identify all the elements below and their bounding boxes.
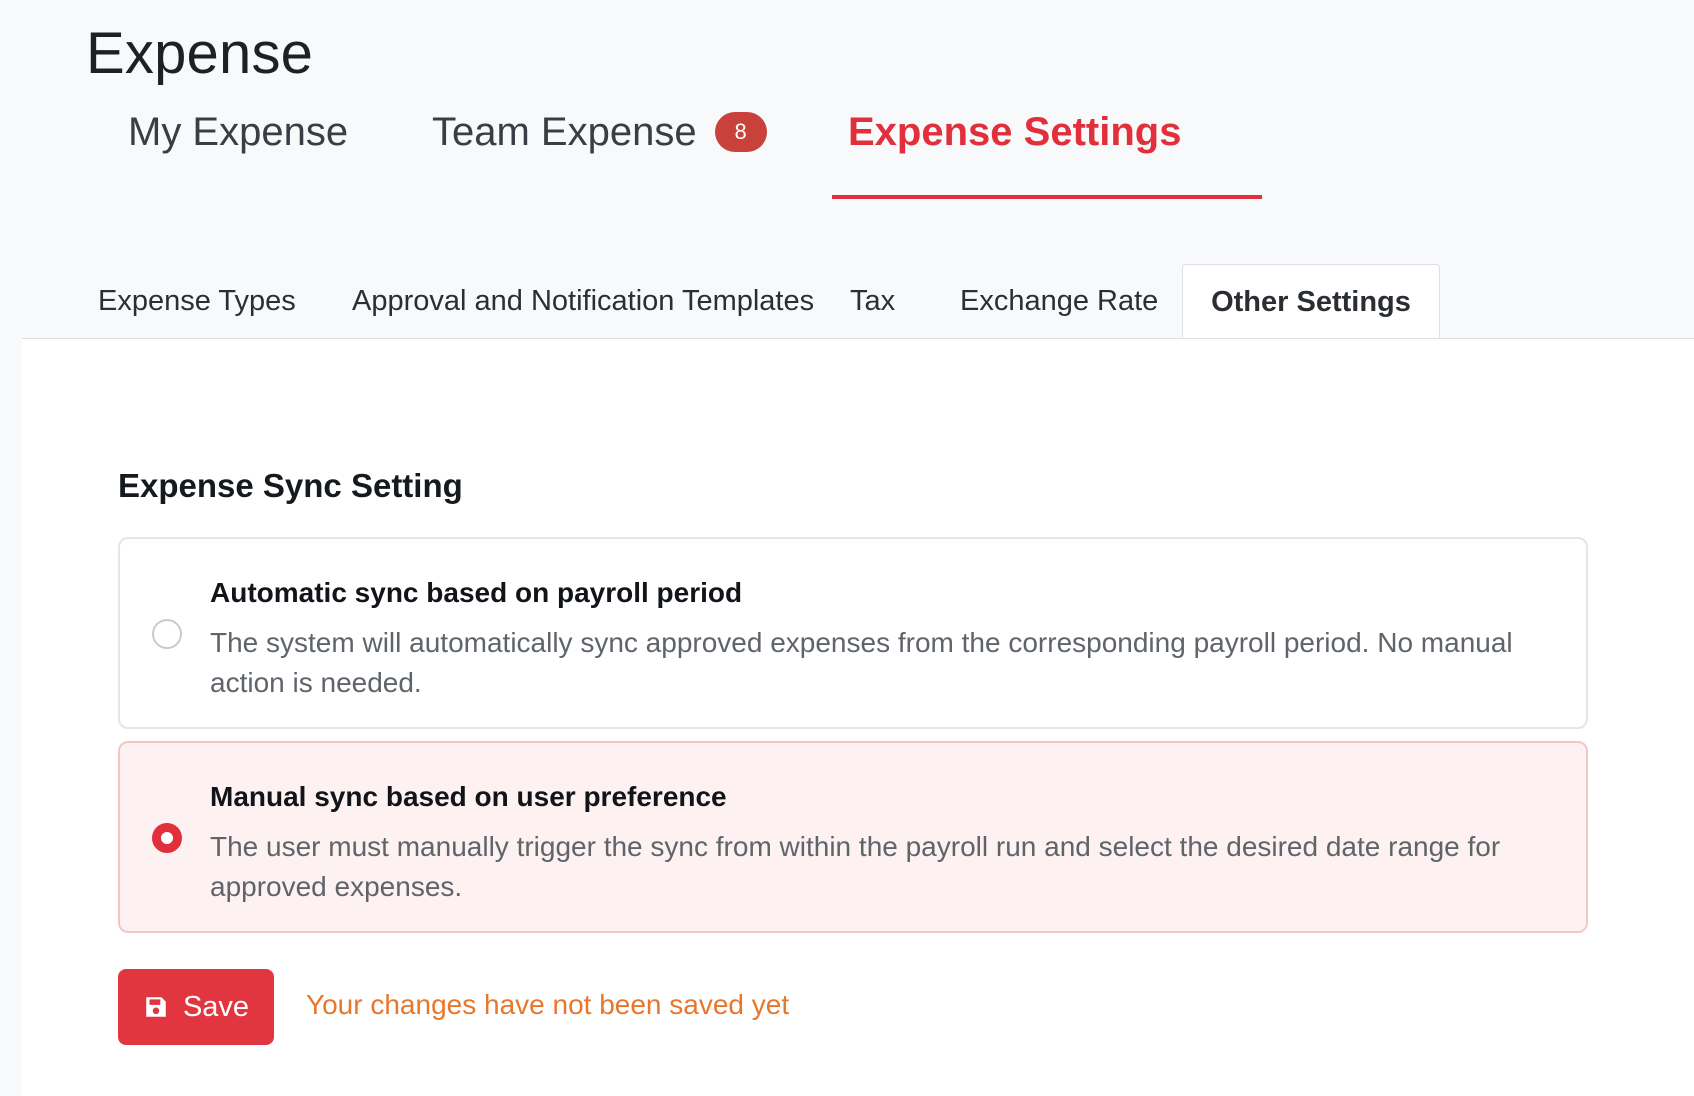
option-title-manual-sync: Manual sync based on user preference [210, 781, 727, 812]
option-card-automatic-sync[interactable]: Automatic sync based on payroll period T… [118, 537, 1588, 729]
floppy-disk-icon [146, 997, 166, 1017]
subtab-tax-label: Tax [850, 285, 896, 317]
save-button-label: Save [182, 990, 250, 1023]
main-tabs: My Expense Team Expense 8 Expense Setting… [0, 100, 1694, 200]
subtab-expense-types-label: Expense Types [98, 285, 296, 317]
subtab-approval-notification-templates[interactable]: Approval and Notification Templates [352, 264, 814, 338]
team-expense-count-badge: 8 [714, 112, 767, 153]
subtab-other-settings-label: Other Settings [1211, 286, 1411, 318]
tab-my-expense-label: My Expense [128, 110, 349, 154]
save-button[interactable]: Save [118, 969, 274, 1045]
subtab-exchange-rate-label: Exchange Rate [960, 285, 1159, 317]
tab-team-expense-label: Team Expense [432, 110, 697, 154]
settings-content-panel: Expense Sync Setting Automatic sync base… [22, 339, 1694, 1096]
tab-expense-settings-label: Expense Settings [848, 110, 1182, 154]
subtab-expense-types[interactable]: Expense Types [98, 264, 296, 338]
subtab-exchange-rate[interactable]: Exchange Rate [960, 264, 1158, 338]
radio-automatic-sync[interactable] [152, 619, 182, 649]
option-description-manual-sync: The user must manually trigger the sync … [210, 831, 1501, 902]
tab-expense-settings[interactable]: Expense Settings [848, 110, 1181, 155]
subtab-other-settings[interactable]: Other Settings [1182, 264, 1440, 338]
radio-manual-sync[interactable] [152, 823, 182, 853]
tab-my-expense[interactable]: My Expense [128, 110, 348, 155]
section-title: Expense Sync Setting [118, 467, 463, 504]
active-tab-underline [832, 195, 1262, 199]
subtab-tax[interactable]: Tax [850, 264, 895, 338]
page-title: Expense [86, 21, 314, 86]
subtab-approval-label: Approval and Notification Templates [352, 285, 815, 317]
option-card-manual-sync[interactable]: Manual sync based on user preference The… [118, 741, 1588, 933]
tab-team-expense[interactable]: Team Expense 8 [432, 110, 767, 155]
settings-sub-tabs: Expense Types Approval and Notification … [22, 264, 1694, 339]
option-title-automatic-sync: Automatic sync based on payroll period [210, 577, 743, 608]
unsaved-changes-message: Your changes have not been saved yet [306, 989, 790, 1020]
option-description-automatic-sync: The system will automatically sync appro… [210, 627, 1513, 698]
